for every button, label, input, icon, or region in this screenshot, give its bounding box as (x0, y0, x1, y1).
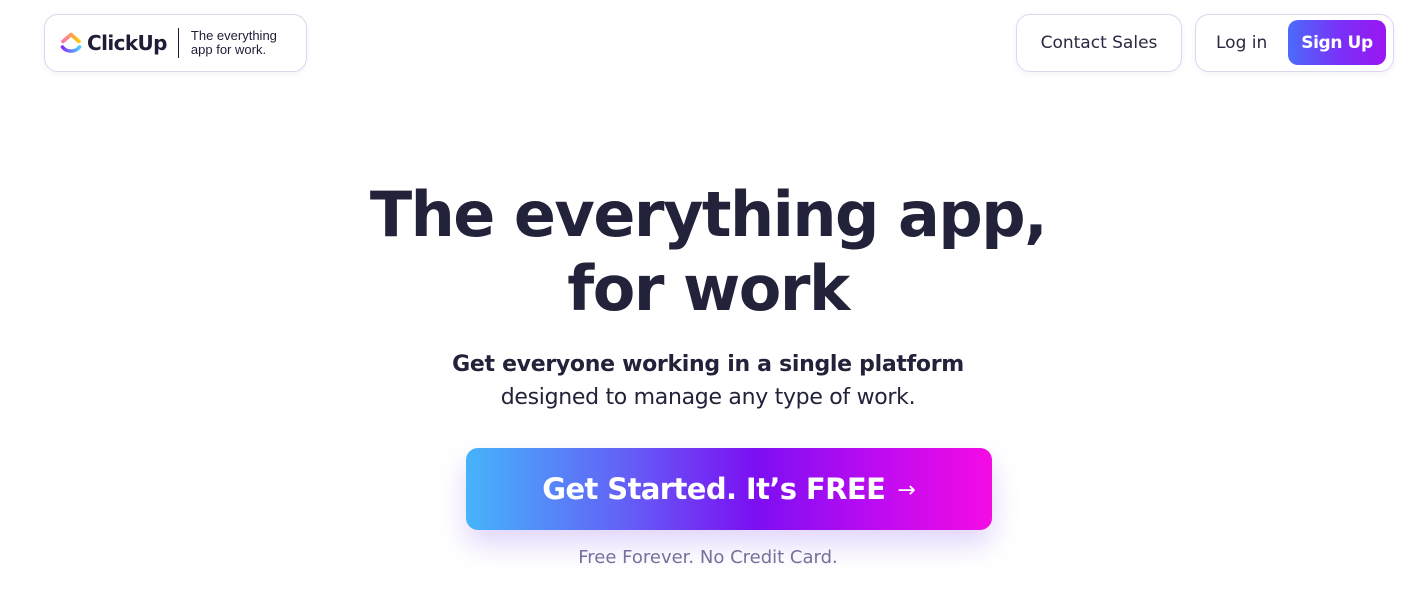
hero-title: The everything app, for work (0, 178, 1416, 326)
contact-sales-button[interactable]: Contact Sales (1016, 14, 1182, 72)
signup-button[interactable]: Sign Up (1288, 20, 1386, 65)
hero-title-line-2: for work (567, 252, 850, 325)
hero-title-line-1: The everything app, (369, 178, 1048, 251)
hero-subtitle-bold: Get everyone working in a single platfor… (452, 352, 964, 377)
auth-buttons-group: Log in Sign Up (1195, 14, 1394, 72)
hero-subtitle: Get everyone working in a single platfor… (0, 348, 1416, 414)
logo-divider (177, 28, 179, 58)
logo-home-link[interactable]: ClickUp The everything app for work. (44, 14, 307, 72)
logo-tagline: The everything app for work. (190, 28, 277, 57)
get-started-button[interactable]: Get Started. It’s FREE → (466, 448, 992, 530)
clickup-logo-icon (60, 32, 82, 53)
arrow-right-icon: → (897, 477, 916, 503)
login-button[interactable]: Log in (1216, 15, 1267, 71)
get-started-label: Get Started. It’s FREE (542, 472, 886, 506)
free-forever-note: Free Forever. No Credit Card. (578, 547, 838, 568)
hero-subtitle-regular: designed to manage any type of work. (500, 385, 916, 410)
logo-wordmark: ClickUp (87, 31, 168, 55)
page: ClickUp The everything app for work. Con… (0, 0, 1416, 610)
